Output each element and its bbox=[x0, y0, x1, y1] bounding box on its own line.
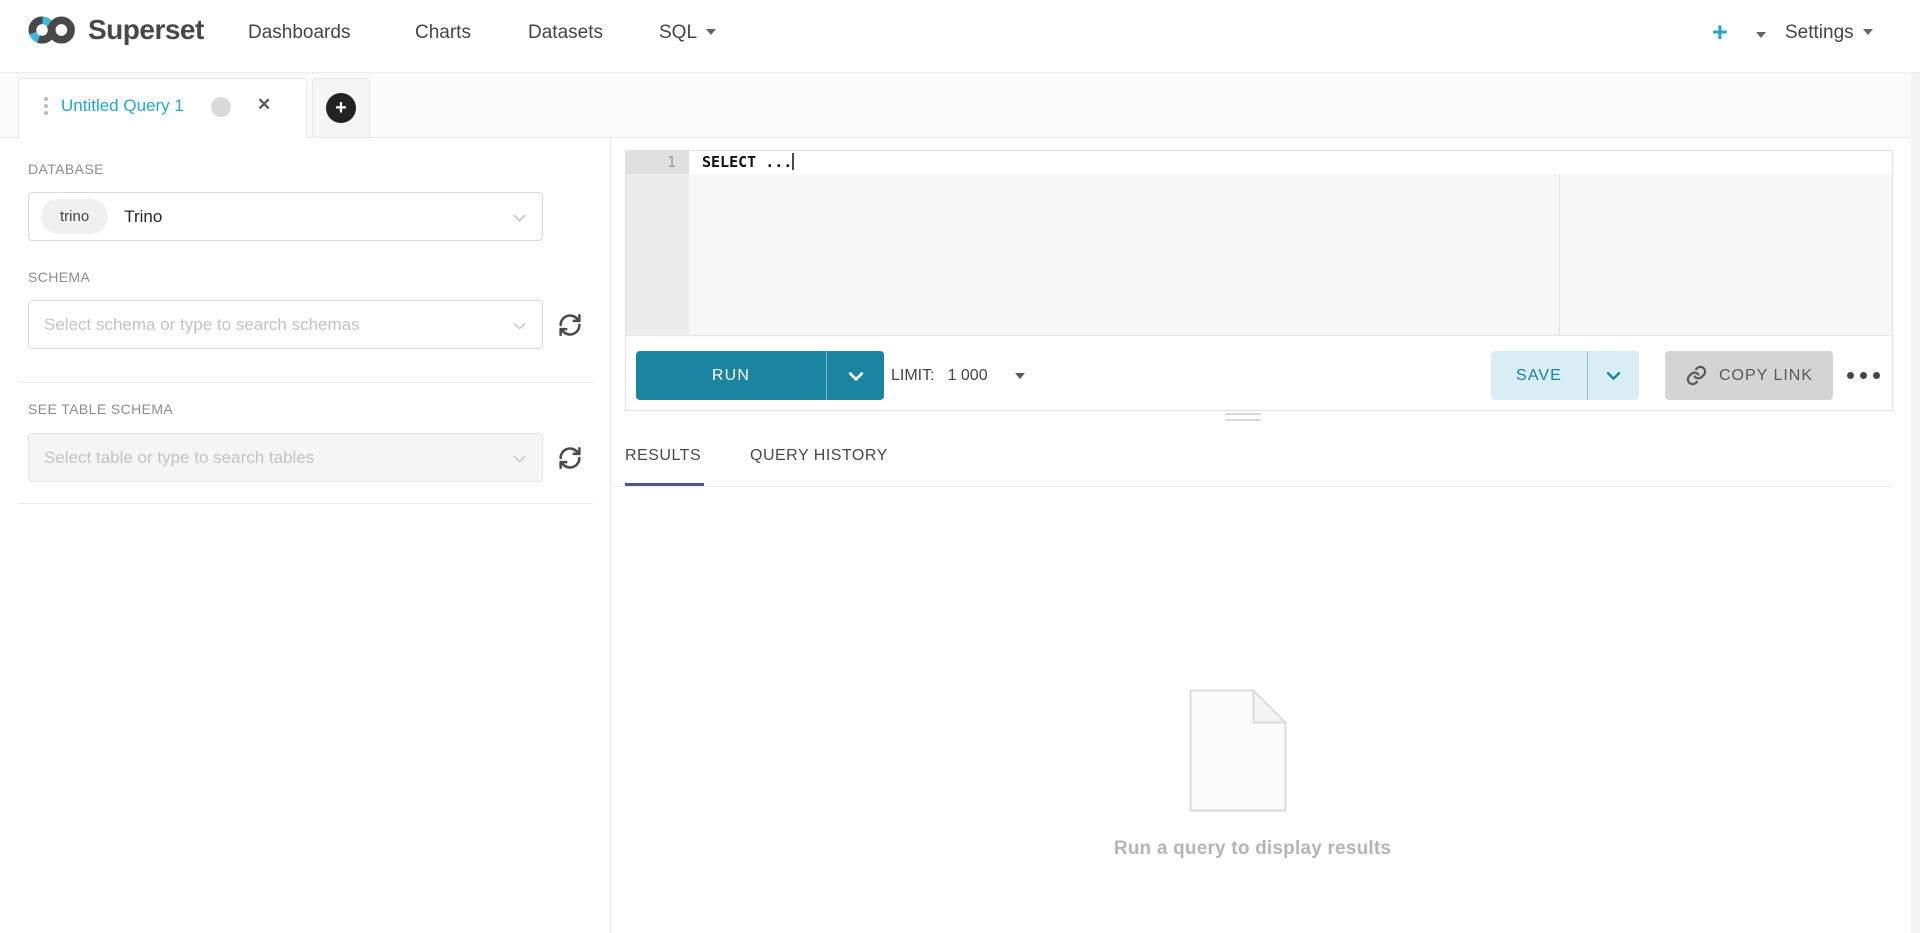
database-select[interactable]: trino Trino bbox=[28, 192, 543, 241]
settings-menu[interactable]: Settings bbox=[1785, 22, 1873, 44]
settings-label: Settings bbox=[1785, 22, 1854, 43]
close-tab-icon[interactable]: ✕ bbox=[257, 95, 271, 115]
caret-down-icon bbox=[1015, 373, 1025, 379]
sidebar-divider bbox=[18, 503, 593, 504]
save-options-chevron-icon[interactable] bbox=[1588, 351, 1639, 400]
chevron-down-icon bbox=[510, 316, 529, 340]
query-tab-active[interactable]: Untitled Query 1 ✕ bbox=[18, 78, 307, 139]
superset-infinity-icon bbox=[27, 15, 77, 45]
query-status-dot bbox=[211, 97, 231, 117]
editor-line-number: 1 bbox=[626, 151, 689, 174]
new-item-button[interactable]: + bbox=[1712, 17, 1728, 48]
chevron-down-icon bbox=[510, 208, 529, 232]
save-query-button[interactable]: SAVE bbox=[1491, 351, 1639, 400]
empty-results-message: Run a query to display results bbox=[612, 838, 1893, 860]
page-scrollbar[interactable] bbox=[1911, 73, 1920, 933]
chevron-down-icon bbox=[510, 449, 529, 473]
sql-lab-screen: Superset Dashboards Charts Datasets SQL … bbox=[0, 0, 1920, 933]
tab-results[interactable]: RESULTS bbox=[625, 447, 701, 465]
link-icon bbox=[1685, 364, 1708, 387]
nav-sql-label: SQL bbox=[659, 22, 697, 43]
chevron-down-icon[interactable] bbox=[1756, 32, 1766, 38]
brand-name: Superset bbox=[88, 14, 204, 46]
query-tab-label: Untitled Query 1 bbox=[61, 96, 184, 116]
nav-sql-menu[interactable]: SQL bbox=[659, 22, 716, 44]
table-select[interactable]: Select table or type to search tables bbox=[28, 433, 543, 482]
table-select-placeholder: Select table or type to search tables bbox=[44, 448, 314, 468]
run-query-button[interactable]: RUN bbox=[636, 351, 884, 400]
run-options-chevron-icon[interactable] bbox=[827, 351, 884, 400]
text-cursor bbox=[792, 153, 794, 170]
superset-logo[interactable]: Superset bbox=[27, 14, 204, 46]
sidebar-divider bbox=[18, 382, 593, 383]
save-label: SAVE bbox=[1491, 351, 1587, 400]
refresh-tables-icon[interactable] bbox=[553, 441, 587, 475]
nav-charts[interactable]: Charts bbox=[415, 22, 471, 44]
copy-link-label: COPY LINK bbox=[1719, 367, 1813, 385]
database-label: DATABASE bbox=[28, 161, 104, 177]
schema-label: SCHEMA bbox=[28, 269, 90, 285]
sql-code-rest: ... bbox=[756, 153, 792, 171]
tabs-bottom-border bbox=[612, 486, 1893, 487]
database-select-value: Trino bbox=[124, 207, 162, 227]
pane-resize-handle[interactable] bbox=[1225, 413, 1261, 422]
refresh-schemas-icon[interactable] bbox=[553, 308, 587, 342]
plus-icon: + bbox=[326, 93, 356, 123]
sql-editor[interactable]: 1 SELECT ... bbox=[626, 151, 1892, 335]
more-actions-icon[interactable] bbox=[1847, 351, 1880, 400]
empty-document-icon bbox=[1189, 689, 1287, 817]
tab-query-history[interactable]: QUERY HISTORY bbox=[750, 447, 888, 465]
editor-print-margin bbox=[1559, 151, 1560, 335]
database-type-badge: trino bbox=[41, 199, 108, 234]
drag-handle-icon[interactable] bbox=[44, 97, 48, 115]
top-navbar: Superset Dashboards Charts Datasets SQL … bbox=[0, 0, 1920, 73]
limit-label: LIMIT: bbox=[891, 367, 935, 385]
chevron-down-icon bbox=[706, 29, 716, 35]
nav-dashboards[interactable]: Dashboards bbox=[248, 22, 350, 44]
left-panel bbox=[0, 138, 611, 933]
row-limit-dropdown[interactable]: LIMIT: 1 000 bbox=[891, 351, 1025, 400]
limit-value: 1 000 bbox=[948, 367, 988, 385]
chevron-down-icon bbox=[1863, 29, 1873, 35]
nav-datasets[interactable]: Datasets bbox=[528, 22, 603, 44]
table-schema-label: SEE TABLE SCHEMA bbox=[28, 401, 173, 417]
add-tab-button[interactable]: + bbox=[312, 78, 370, 138]
schema-select-placeholder: Select schema or type to search schemas bbox=[44, 315, 360, 335]
copy-link-button[interactable]: COPY LINK bbox=[1665, 351, 1833, 400]
schema-select[interactable]: Select schema or type to search schemas bbox=[28, 300, 543, 349]
sql-keyword: SELECT bbox=[702, 153, 756, 171]
run-label: RUN bbox=[636, 351, 826, 400]
editor-active-line[interactable]: SELECT ... bbox=[689, 151, 1892, 174]
editor-gutter bbox=[626, 151, 689, 335]
